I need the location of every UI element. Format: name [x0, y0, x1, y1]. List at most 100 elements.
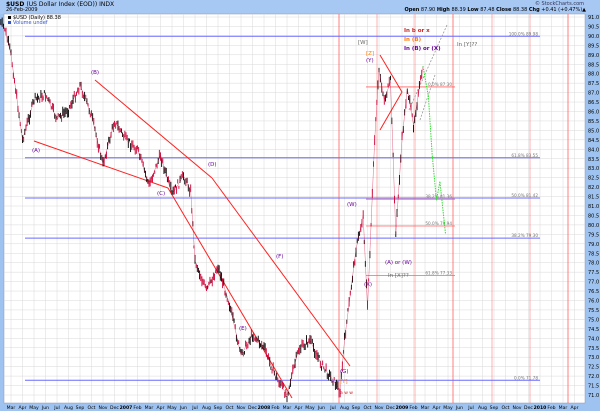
fib-blue-label: 0.0% 71.78 — [514, 375, 538, 380]
x-tick-label: Mar — [421, 405, 430, 411]
y-tick-label: 90.5 — [588, 24, 599, 30]
legend-swatch-volume — [8, 21, 11, 24]
label-W: (W) — [347, 202, 357, 208]
y-tick-label: 78.0 — [588, 261, 599, 267]
x-tick-label: Oct — [88, 405, 96, 411]
y-tick-label: 86.0 — [588, 110, 599, 116]
label-Z-orange: [Z] — [366, 51, 374, 57]
label-Y-orange: [Y] — [340, 379, 348, 385]
legend-volume: Volume undef — [13, 20, 48, 26]
y-tick-label: 86.5 — [588, 100, 599, 106]
x-tick-label: May — [305, 405, 315, 411]
y-tick-label: 76.5 — [588, 289, 599, 295]
y-tick-label: 76.0 — [588, 299, 599, 305]
x-tick-label: Feb — [409, 405, 417, 411]
x-tick-label: Jul — [329, 405, 336, 411]
x-tick-label: Jun — [179, 405, 187, 411]
fib-blue-label: 61.8% 83.55 — [511, 153, 538, 158]
x-tick-label: Oct — [502, 405, 510, 411]
y-tick-label: 80.0 — [588, 223, 599, 229]
label-A: (A) — [32, 148, 40, 154]
x-tick-label: Nov — [513, 405, 522, 411]
label-in-Y: In [Y]?? — [457, 42, 477, 48]
x-tick-label: 2009 — [396, 405, 409, 411]
y-tick-label: 79.0 — [588, 242, 599, 248]
y-tick-label: 82.5 — [588, 176, 599, 182]
label-Y: (Y) — [366, 58, 374, 64]
label-A-or-W: (A) or (W) — [385, 260, 412, 266]
y-tick-label: 73.5 — [588, 346, 599, 352]
x-tick-label: Apr — [295, 405, 303, 411]
y-tick-label: 78.5 — [588, 251, 599, 257]
y-tick-label: 81.5 — [588, 195, 599, 201]
y-tick-label: 72.5 — [588, 365, 599, 371]
fib-red-label: 50.0% 79.94 — [425, 221, 452, 226]
y-axis: 91.0 90.5 90.0 89.5 89.0 88.5 88.0 87.5 87.0 86.5… — [588, 15, 599, 399]
y-tick-label: 74.0 — [588, 336, 599, 342]
label-in-B-or-X: In (B) or (X) — [404, 46, 441, 52]
x-tick-label: Jul — [191, 405, 198, 411]
y-tick-label: 71.0 — [588, 393, 599, 399]
label-a-w-w: a w w — [340, 391, 353, 396]
label-in-X: In [X]?? — [388, 273, 409, 279]
x-tick-label: May — [29, 405, 39, 411]
y-tick-label: 77.5 — [588, 270, 599, 276]
x-tick-label: Jun — [455, 405, 463, 411]
x-tick-label: May — [443, 405, 453, 411]
label-C: (C) — [157, 191, 165, 197]
fib-blue-label: 38.2% 79.30 — [511, 233, 538, 238]
x-axis: Mar Apr May Jun Jul Aug Sep Oct Nov Dec 2007 Feb Mar… — [7, 405, 579, 411]
x-tick-label: Aug — [478, 405, 487, 411]
y-tick-label: 80.5 — [588, 213, 599, 219]
y-tick-label: 81.0 — [588, 204, 599, 210]
label-B: (B) — [91, 70, 99, 76]
y-tick-label: 74.5 — [588, 327, 599, 333]
label-W-bracket: [W] — [358, 40, 368, 46]
fib-blue-label: 100.0% 89.98 — [509, 31, 539, 36]
y-tick-label: 87.0 — [588, 91, 599, 97]
x-tick-label: Aug — [202, 405, 211, 411]
x-tick-label: Nov — [237, 405, 246, 411]
x-tick-label: 2010 — [534, 405, 547, 411]
y-tick-label: 87.5 — [588, 81, 599, 87]
x-tick-label: Jul — [53, 405, 60, 411]
x-tick-label: Sep — [352, 405, 361, 411]
y-tick-label: 90.0 — [588, 34, 599, 40]
label-F: (F) — [276, 254, 283, 260]
y-tick-label: 84.5 — [588, 138, 599, 144]
x-tick-label: Apr — [571, 405, 579, 411]
legend-swatch-price — [8, 16, 11, 19]
y-tick-label: 82.0 — [588, 185, 599, 191]
x-tick-label: Jun — [41, 405, 49, 411]
y-tick-label: 89.0 — [588, 53, 599, 59]
price-chart: 100.0% 89.98 61.8% 83.55 50.0% 81.42 38.2% … — [0, 13, 599, 411]
y-tick-label: 71.5 — [588, 384, 599, 390]
fib-red-label: 38.2% 81.36 — [425, 194, 452, 199]
x-tick-label: Jul — [467, 405, 474, 411]
y-tick-label: 89.5 — [588, 43, 599, 49]
x-tick-label: Feb — [271, 405, 279, 411]
y-tick-label: 72.0 — [588, 374, 599, 380]
y-tick-label: 83.0 — [588, 166, 599, 172]
label-E: (E) — [239, 326, 247, 332]
x-tick-label: Jun — [317, 405, 325, 411]
label-X: (X) — [364, 282, 372, 288]
x-tick-label: Oct — [226, 405, 234, 411]
x-tick-label: Sep — [214, 405, 223, 411]
label-D: (D) — [208, 162, 217, 168]
x-tick-label: Dec — [386, 405, 395, 411]
y-tick-label: 77.0 — [588, 280, 599, 286]
x-tick-label: Oct — [364, 405, 372, 411]
x-tick-label: Mar — [559, 405, 568, 411]
y-tick-label: 83.5 — [588, 157, 599, 163]
y-tick-label: 91.0 — [588, 15, 599, 21]
label-in-b-or-x: In b or x — [404, 28, 430, 34]
label-in-B: In (B) — [404, 37, 422, 43]
x-tick-label: Feb — [133, 405, 141, 411]
x-tick-label: 2007 — [120, 405, 133, 411]
x-tick-label: Sep — [490, 405, 499, 411]
x-tick-label: May — [167, 405, 177, 411]
x-tick-label: Apr — [19, 405, 27, 411]
x-tick-label: 2008 — [258, 405, 271, 411]
x-tick-label: Sep — [76, 405, 85, 411]
